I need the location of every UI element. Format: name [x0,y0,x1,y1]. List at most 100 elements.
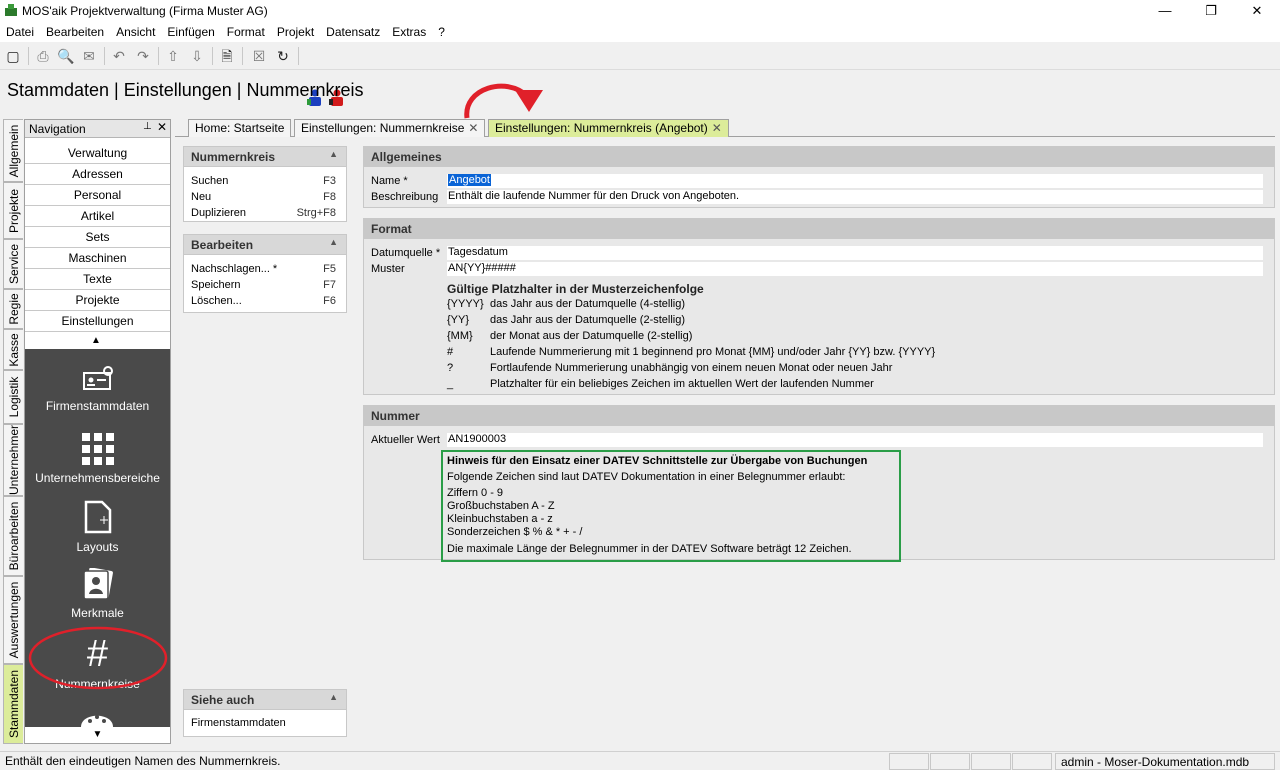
nav-maschinen[interactable]: Maschinen [25,248,170,269]
nav-item-merkmale[interactable]: Merkmale [25,568,170,620]
datumquelle-input[interactable]: Tagesdatum [447,246,1263,260]
vtab-unternehmer[interactable]: Unternehmer [3,424,23,496]
panel-header[interactable]: Siehe auch ▲ [184,690,346,710]
nav-verwaltung[interactable]: Verwaltung [25,143,170,164]
field-label: Name * [371,175,408,187]
nav-adressen[interactable]: Adressen [25,164,170,185]
mail-icon[interactable]: ✉ [80,47,98,65]
action-speichern[interactable]: Speichern F7 [184,277,346,293]
nav-item-firmenstammdaten[interactable]: Firmenstammdaten [25,365,170,413]
tab-nummernkreis-angebot[interactable]: Einstellungen: Nummernkreis (Angebot) ✕ [488,119,729,137]
minimize-button[interactable]: — [1142,0,1188,22]
document-search-icon[interactable]: 🗎 [218,47,236,65]
nav-item-unternehmensbereiche[interactable]: Unternehmensbereiche [25,433,170,485]
nav-einstellungen[interactable]: Einstellungen [25,311,170,332]
scroll-up-icon[interactable]: ▲ [91,335,101,346]
close-button[interactable]: ✕ [1234,0,1280,22]
field-label: Aktueller Wert [371,434,440,446]
print-icon[interactable]: ⎙ [34,47,52,65]
nav-projekte[interactable]: Projekte [25,290,170,311]
navigation-title: Navigation [29,122,86,136]
menu-ansicht[interactable]: Ansicht [110,22,161,42]
menu-format[interactable]: Format [221,22,271,42]
field-label: Datumquelle * [371,247,441,259]
muster-input[interactable]: AN{YY}##### [447,262,1263,276]
shortcut-label: F7 [323,279,336,291]
nav-artikel[interactable]: Artikel [25,206,170,227]
print-preview-icon[interactable]: 🔍 [57,47,75,65]
link-firmenstammdaten[interactable]: Firmenstammdaten [184,715,346,731]
menu-einfuegen[interactable]: Einfügen [161,22,220,42]
scroll-down-icon[interactable]: ▼ [25,727,170,743]
action-label: Speichern [191,279,241,291]
action-suchen[interactable]: Suchen F3 [184,173,346,189]
layout-document-icon [84,500,111,534]
status-cell [971,753,1011,770]
vtab-logistik[interactable]: Logistik [3,370,23,424]
nav-sets[interactable]: Sets [25,227,170,248]
menu-help[interactable]: ? [432,22,451,42]
section-header: Allgemeines [364,147,1274,167]
cancel-record-icon[interactable]: ☒ [250,47,268,65]
status-message: Enthält den eindeutigen Namen des Nummer… [5,754,281,768]
refresh-icon[interactable]: ↻ [274,47,292,65]
tab-close-icon[interactable]: ✕ [468,121,478,135]
navigation-panel: Navigation ⊥ ✕ Verwaltung Adressen Perso… [24,119,171,744]
tab-close-icon[interactable]: ✕ [712,121,722,135]
aktueller-wert-input[interactable]: AN1900003 [447,433,1263,447]
menu-bearbeiten[interactable]: Bearbeiten [40,22,110,42]
nav-item-layouts[interactable]: Layouts [25,500,170,554]
vtab-label: Stammdaten [6,669,21,739]
platzhalter-desc: Platzhalter für ein beliebiges Zeichen i… [490,378,874,390]
action-label: Duplizieren [191,207,247,219]
nav-texte[interactable]: Texte [25,269,170,290]
arrow-up-icon[interactable]: ⇧ [164,47,182,65]
close-icon[interactable]: ✕ [157,120,167,134]
vtab-auswertungen[interactable]: Auswertungen [3,576,23,664]
vtab-regie[interactable]: Regie [3,289,23,329]
collapse-icon[interactable]: ▲ [329,149,338,159]
title-bar: MOS'aik Projektverwaltung (Firma Muster … [0,0,1280,22]
action-nachschlagen[interactable]: Nachschlagen... * F5 [184,261,346,277]
collapse-icon[interactable]: ▲ [329,237,338,247]
maximize-button[interactable]: ❐ [1188,0,1234,22]
name-input[interactable]: Angebot [447,174,1263,188]
status-cell [930,753,970,770]
pin-icon[interactable]: ⊥ [143,121,152,132]
panel-header[interactable]: Bearbeiten ▲ [184,235,346,255]
vtab-projekte[interactable]: Projekte [3,182,23,239]
status-user-db: admin - Moser-Dokumentation.mdb [1055,753,1275,770]
vtab-kasse[interactable]: Kasse [3,329,23,370]
menu-extras[interactable]: Extras [386,22,432,42]
menu-datei[interactable]: Datei [0,22,40,42]
vtab-stammdaten[interactable]: Stammdaten [3,664,23,744]
action-loeschen[interactable]: Löschen... F6 [184,293,346,309]
vtab-label: Service [6,243,21,285]
beschreibung-input[interactable]: Enthält die laufende Nummer für den Druc… [447,190,1263,204]
vtab-allgemein[interactable]: Allgemein [3,119,23,182]
vtab-bueroarbeiten[interactable]: Büroarbeiten [3,496,23,576]
collapse-icon[interactable]: ▲ [329,692,338,702]
redo-icon[interactable]: ↷ [134,47,152,65]
action-neu[interactable]: Neu F8 [184,189,346,205]
toolbar: ▢ ⎙ 🔍 ✉ ↶ ↷ ⇧ ⇩ 🗎 ☒ ↻ [0,42,1280,106]
panel-header[interactable]: Nummernkreis ▲ [184,147,346,167]
menu-projekt[interactable]: Projekt [271,22,320,42]
datev-line: Sonderzeichen $ % & * + - / [447,526,583,538]
document-tabs: Home: Startseite Einstellungen: Nummernk… [175,119,1275,137]
status-cell [1012,753,1052,770]
new-document-icon[interactable]: ▢ [4,47,22,65]
nav-item-label: Unternehmensbereiche [35,471,160,485]
tab-home[interactable]: Home: Startseite [188,119,292,137]
platzhalter-code: ? [447,362,454,374]
menu-datensatz[interactable]: Datensatz [320,22,386,42]
undo-icon[interactable]: ↶ [110,47,128,65]
action-duplizieren[interactable]: Duplizieren Strg+F8 [184,205,346,221]
vtab-label: Büroarbeiten [6,501,21,571]
tab-nummernkreise[interactable]: Einstellungen: Nummernkreise ✕ [294,119,486,137]
platzhalter-code: {YYYY} [447,298,484,310]
section-title: Format [371,222,412,236]
vtab-service[interactable]: Service [3,239,23,289]
nav-personal[interactable]: Personal [25,185,170,206]
arrow-down-icon[interactable]: ⇩ [188,47,206,65]
